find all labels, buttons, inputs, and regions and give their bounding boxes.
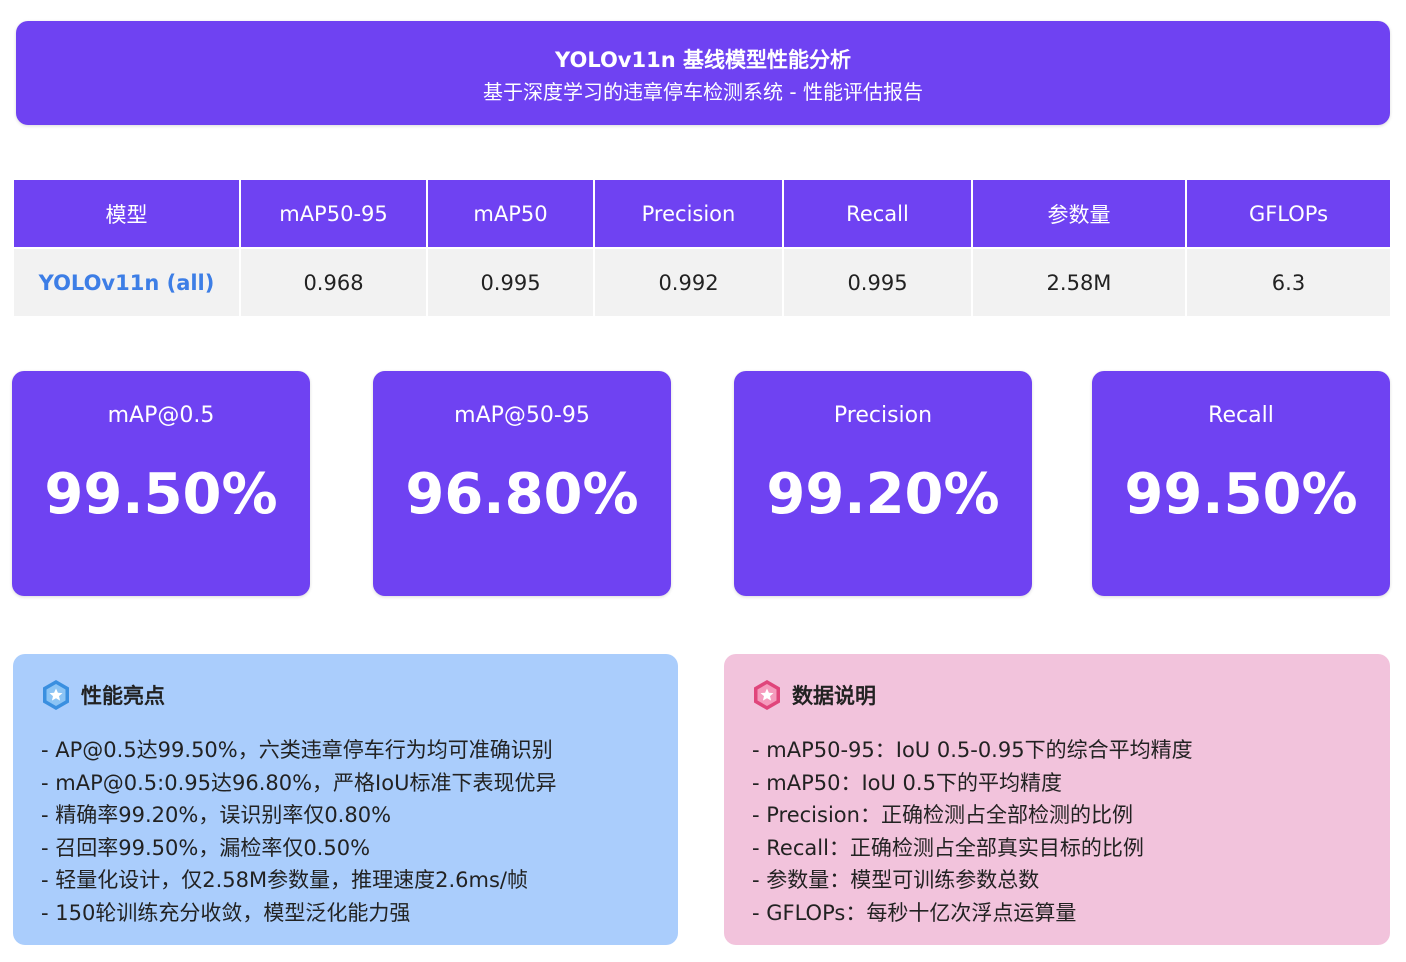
column-header-recall: Recall [783,180,973,248]
cell-map50-95: 0.968 [240,247,428,316]
metric-card-label: mAP@0.5 [107,403,215,428]
metric-card-label: Recall [1208,403,1274,428]
metric-card-label: mAP@50-95 [454,403,590,428]
column-header-map50-95: mAP50-95 [240,180,428,248]
metric-card-recall: Recall 99.50% [1092,371,1390,596]
metric-card-precision: Precision 99.20% [734,371,1032,596]
highlights-panel: 性能亮点 - AP@0.5达99.50%，六类违章停车行为均可准确识别 - mA… [13,654,678,945]
notes-list: - mAP50-95：IoU 0.5-0.95下的综合平均精度 - mAP50：… [752,734,1362,929]
list-item: - 轻量化设计，仅2.58M参数量，推理速度2.6ms/帧 [41,868,528,892]
report-title: YOLOv11n 基线模型性能分析 [555,48,851,72]
highlights-title-text: 性能亮点 [81,684,165,708]
highlights-list: - AP@0.5达99.50%，六类违章停车行为均可准确识别 - mAP@0.5… [41,734,650,929]
metric-card-map50-95: mAP@50-95 96.80% [373,371,671,596]
highlights-title: 性能亮点 [41,678,650,712]
list-item: - mAP50：IoU 0.5下的平均精度 [752,770,1062,795]
cell-gflops: 6.3 [1186,247,1390,316]
list-item: - Recall：正确检测占全部真实目标的比例 [752,835,1144,860]
table-header-row: 模型 mAP50-95 mAP50 Precision Recall 参数量 G… [14,180,1390,248]
cell-model: YOLOv11n (all) [14,247,241,316]
list-item: - 参数量：模型可训练参数总数 [752,868,1040,892]
list-item: - AP@0.5达99.50%，六类违章停车行为均可准确识别 [41,738,553,762]
notes-title-text: 数据说明 [792,684,876,708]
table-row: YOLOv11n (all) 0.968 0.995 0.992 0.995 2… [14,247,1390,316]
metrics-table: 模型 mAP50-95 mAP50 Precision Recall 参数量 G… [14,180,1390,316]
notes-title: 数据说明 [752,678,1362,712]
column-header-params: 参数量 [972,180,1187,248]
list-item: - GFLOPs：每秒十亿次浮点运算量 [752,900,1077,925]
star-badge-icon [43,680,69,710]
list-item: - 精确率99.20%，误识别率仅0.80% [41,803,392,827]
report-subtitle: 基于深度学习的违章停车检测系统 - 性能评估报告 [483,80,923,104]
list-item: - 召回率99.50%，漏检率仅0.50% [41,835,371,860]
metric-card-map50: mAP@0.5 99.50% [12,371,310,596]
metric-card-value: 99.50% [1124,462,1358,527]
list-item: - 150轮训练充分收敛，模型泛化能力强 [41,900,411,925]
column-header-map50: mAP50 [427,180,595,248]
list-item: - mAP50-95：IoU 0.5-0.95下的综合平均精度 [752,738,1193,762]
cell-params: 2.58M [972,247,1187,316]
list-item: - Precision：正确检测占全部检测的比例 [752,803,1133,827]
star-badge-icon [754,680,780,710]
metric-card-label: Precision [833,403,933,428]
list-item: - mAP@0.5:0.95达96.80%，严格IoU标准下表现优异 [41,770,557,795]
cell-map50: 0.995 [427,247,595,316]
report-header: YOLOv11n 基线模型性能分析 基于深度学习的违章停车检测系统 - 性能评估… [16,21,1390,125]
column-header-gflops: GFLOPs [1186,180,1390,248]
metric-card-value: 99.50% [44,462,278,527]
notes-panel: 数据说明 - mAP50-95：IoU 0.5-0.95下的综合平均精度 - m… [724,654,1390,945]
metric-card-value: 99.20% [766,462,1000,527]
column-header-precision: Precision [594,180,784,248]
cell-recall: 0.995 [783,247,973,316]
cell-precision: 0.992 [594,247,784,316]
column-header-model: 模型 [14,180,241,248]
metric-card-value: 96.80% [405,462,639,527]
